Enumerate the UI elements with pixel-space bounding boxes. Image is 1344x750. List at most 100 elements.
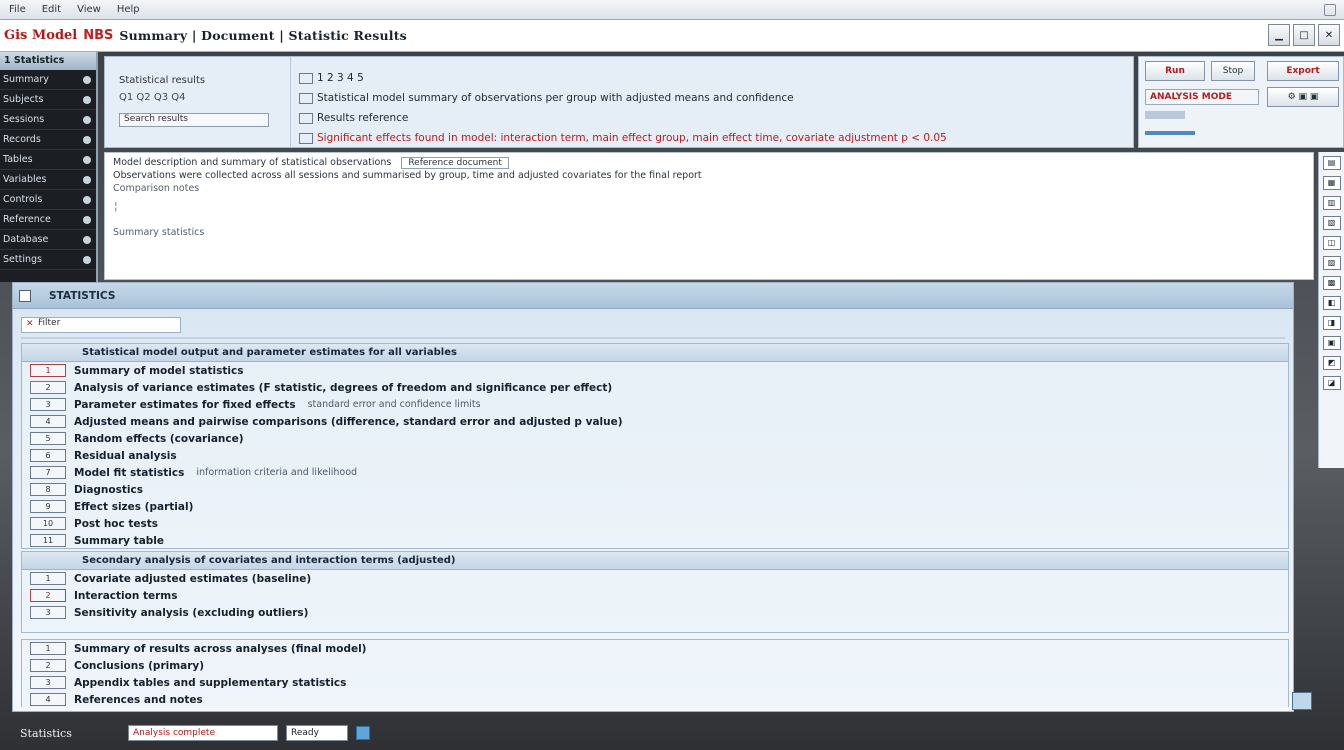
info-line: Results reference xyxy=(299,109,1119,129)
group-header[interactable]: Statistical model output and parameter e… xyxy=(22,344,1288,362)
settings-icon[interactable]: ⚙ ▣ ▣ xyxy=(1267,87,1339,107)
clear-icon[interactable]: ✕ xyxy=(26,319,34,329)
tool-icon[interactable]: ◪ xyxy=(1322,376,1341,390)
sidebar-item[interactable]: Tables xyxy=(0,150,96,170)
table-row[interactable]: 7 Model fit statistics information criteri… xyxy=(22,464,1288,481)
sidebar-header: 1 Statistics xyxy=(0,52,96,70)
results-group: 1 Summary of results across analyses (fin… xyxy=(21,639,1289,707)
row-index: 2 xyxy=(30,659,66,672)
app-tag: NBS xyxy=(83,28,114,43)
sidebar: 1 Statistics Summary Subjects Sessions R… xyxy=(0,52,98,282)
tool-icon[interactable]: ▧ xyxy=(1322,216,1341,230)
bullet-icon xyxy=(83,255,91,264)
notes-line: Model description and summary of statist… xyxy=(113,157,1305,170)
row-index: 11 xyxy=(30,534,66,547)
sidebar-item[interactable]: Sessions xyxy=(0,110,96,130)
results-group: Statistical model output and parameter e… xyxy=(21,343,1289,549)
filter-input[interactable]: ✕ Filter xyxy=(21,317,181,333)
table-row[interactable]: 2 Analysis of variance estimates (F stati… xyxy=(22,379,1288,396)
row-index: 10 xyxy=(30,517,66,530)
bullet-icon xyxy=(83,115,91,124)
bullet-icon xyxy=(83,235,91,244)
tool-icon[interactable]: ▣ xyxy=(1322,336,1341,350)
sidebar-item[interactable]: Records xyxy=(0,130,96,150)
table-row[interactable]: 1 Summary of results across analyses (fin… xyxy=(22,640,1288,657)
tool-icon[interactable]: ◩ xyxy=(1322,356,1341,370)
sidebar-item[interactable]: Database xyxy=(0,230,96,250)
sidebar-item[interactable]: Summary xyxy=(0,70,96,90)
table-row[interactable]: 3 Parameter estimates for fixed effects st… xyxy=(22,396,1288,413)
tool-icon[interactable]: ◧ xyxy=(1322,296,1341,310)
info-line-highlight: Significant effects found in model: inte… xyxy=(299,129,1119,149)
table-row[interactable]: 4 References and notes xyxy=(22,691,1288,708)
info-line: Statistical model summary of observation… xyxy=(299,89,1119,109)
info-title: Statistical results xyxy=(119,75,206,86)
group-header[interactable]: Secondary analysis of covariates and int… xyxy=(22,552,1288,570)
sidebar-item[interactable]: Controls xyxy=(0,190,96,210)
table-row[interactable]: 5 Random effects (covariance) xyxy=(22,430,1288,447)
close-icon[interactable]: ✕ xyxy=(1318,24,1340,46)
table-row[interactable]: 2 Interaction terms xyxy=(22,587,1288,604)
tool-icon[interactable]: ◨ xyxy=(1322,316,1341,330)
table-row[interactable]: 10 Post hoc tests xyxy=(22,515,1288,532)
table-row[interactable]: 1 Covariate adjusted estimates (baseline) xyxy=(22,570,1288,587)
tool-icon[interactable]: ▨ xyxy=(1322,256,1341,270)
run-button[interactable]: Run xyxy=(1145,61,1205,81)
checkbox-icon[interactable] xyxy=(299,132,313,144)
window-icon[interactable] xyxy=(1324,3,1336,16)
table-row[interactable]: 3 Appendix tables and supplementary stati… xyxy=(22,674,1288,691)
bullet-icon xyxy=(83,75,91,84)
sidebar-item[interactable]: Subjects xyxy=(0,90,96,110)
row-index: 1 xyxy=(30,572,66,585)
row-index: 3 xyxy=(30,676,66,689)
sidebar-item[interactable]: Settings xyxy=(0,250,96,270)
tool-icon[interactable]: ▩ xyxy=(1322,276,1341,290)
select-all-checkbox[interactable] xyxy=(19,289,31,302)
stop-button[interactable]: Stop xyxy=(1211,61,1255,81)
table-row[interactable]: 6 Residual analysis xyxy=(22,447,1288,464)
bullet-icon xyxy=(83,175,91,184)
menu-view[interactable]: View xyxy=(74,4,104,15)
tool-icon[interactable]: ▥ xyxy=(1322,196,1341,210)
table-row[interactable]: 11 Summary table xyxy=(22,532,1288,549)
progress-indicator xyxy=(1145,131,1195,135)
notes-line: Summary statistics xyxy=(113,227,205,238)
table-row[interactable]: 4 Adjusted means and pairwise comparisons… xyxy=(22,413,1288,430)
row-index: 5 xyxy=(30,432,66,445)
row-index: 2 xyxy=(30,381,66,394)
results-group: Secondary analysis of covariates and int… xyxy=(21,551,1289,633)
checkbox-icon[interactable] xyxy=(299,112,313,124)
menu-file[interactable]: File xyxy=(6,4,29,15)
row-index: 2 xyxy=(30,589,66,602)
toolbox: Run Stop Export ANALYSIS MODE ⚙ ▣ ▣ xyxy=(1138,56,1344,148)
table-row[interactable]: 1 Summary of model statistics xyxy=(22,362,1288,379)
export-button[interactable]: Export xyxy=(1267,61,1339,81)
checkbox-icon[interactable] xyxy=(299,92,313,104)
table-row[interactable]: 3 Sensitivity analysis (excluding outlier… xyxy=(22,604,1288,621)
minimize-icon[interactable]: ▁ xyxy=(1268,24,1290,46)
tool-icon[interactable]: ◫ xyxy=(1322,236,1341,250)
reference-field[interactable]: Reference document xyxy=(401,157,509,169)
maximize-icon[interactable]: □ xyxy=(1293,24,1315,46)
sidebar-item[interactable]: Reference xyxy=(0,210,96,230)
bullet-icon xyxy=(83,155,91,164)
notes-area[interactable]: Model description and summary of statist… xyxy=(104,152,1314,280)
search-field[interactable]: Search results xyxy=(119,113,269,127)
status-label: Statistics xyxy=(20,726,72,740)
table-row[interactable]: 8 Diagnostics xyxy=(22,481,1288,498)
tool-icon[interactable]: ▤ xyxy=(1322,156,1341,170)
menu-edit[interactable]: Edit xyxy=(39,4,64,15)
table-row[interactable]: 2 Conclusions (primary) xyxy=(22,657,1288,674)
divider xyxy=(21,337,1285,339)
bullet-icon xyxy=(83,195,91,204)
checkbox-icon[interactable] xyxy=(299,72,313,84)
row-index: 8 xyxy=(30,483,66,496)
info-icon[interactable] xyxy=(356,726,370,740)
menu-help[interactable]: Help xyxy=(114,4,143,15)
tool-icon[interactable]: ▦ xyxy=(1322,176,1341,190)
info-summary: Statistical results Q1 Q2 Q3 Q4 Search r… xyxy=(105,57,291,147)
resize-handle-icon[interactable] xyxy=(1292,692,1312,710)
sidebar-item[interactable]: Variables xyxy=(0,170,96,190)
table-row[interactable]: 9 Effect sizes (partial) xyxy=(22,498,1288,515)
row-index: 1 xyxy=(30,642,66,655)
